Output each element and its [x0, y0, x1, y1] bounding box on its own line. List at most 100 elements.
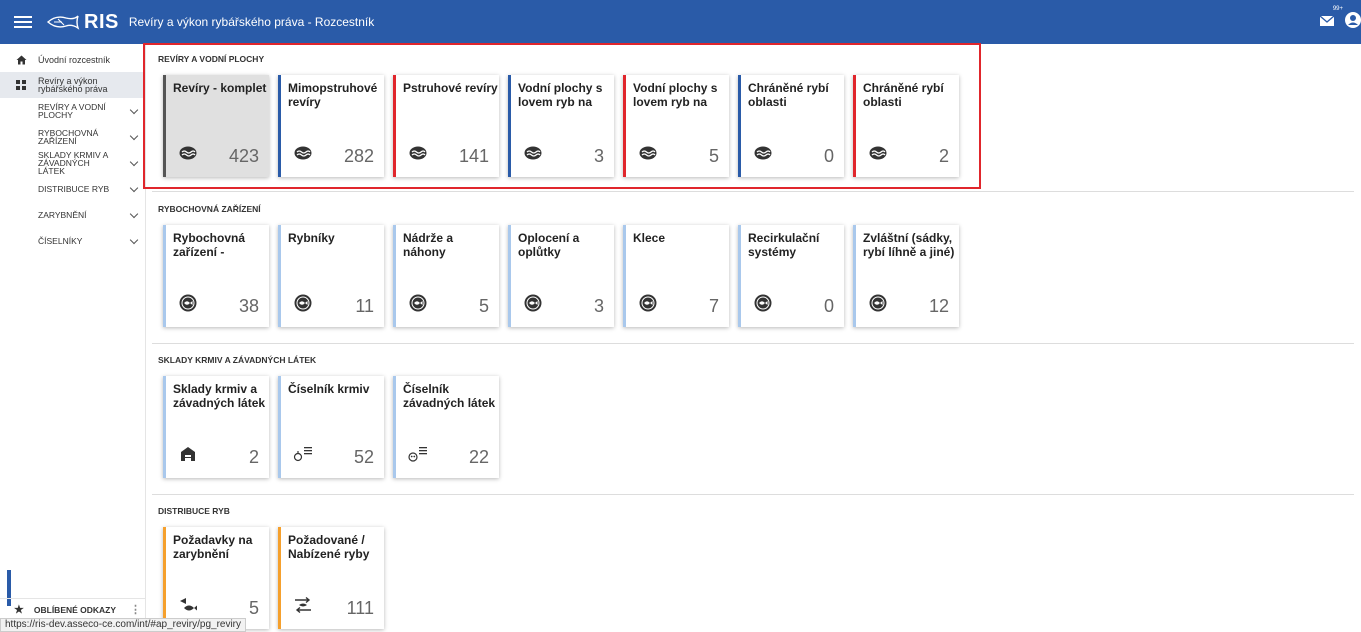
sidebar-item-label: Revíry a výkon rybářského práva — [38, 76, 108, 94]
fish-farm-icon — [753, 293, 773, 313]
sidebar-item-reviry-vodni-plochy[interactable]: REVÍRY A VODNÍ PLOCHY — [0, 98, 145, 124]
card-count: 52 — [353, 447, 374, 467]
dashboard-card[interactable]: Rybochovná zařízení - 38 — [163, 225, 269, 327]
section-title: RYBOCHOVNÁ ZAŘÍZENÍ — [158, 204, 261, 214]
chevron-down-icon — [129, 105, 139, 114]
card-title: Oplocení a oplůtky — [518, 231, 580, 259]
dashboard-card[interactable]: Sklady krmiv a závadných látek 2 — [163, 376, 269, 478]
section-title: SKLADY KRMIV A ZÁVADNÝCH LÁTEK — [158, 355, 317, 365]
sidebar-item-label: REVÍRY A VODNÍ PLOCHY — [38, 102, 106, 120]
section-title: DISTRIBUCE RYB — [158, 506, 230, 516]
fish-farm-icon — [868, 293, 888, 313]
fish-farm-icon — [408, 293, 428, 313]
card-count: 111 — [346, 598, 374, 618]
sidebar-item-label: DISTRIBUCE RYB — [38, 184, 110, 194]
dashboard-card[interactable]: Číselník závadných látek 22 — [393, 376, 499, 478]
fish-exchange-icon — [293, 595, 313, 615]
sidebar-item-label: ZARYBNĚNÍ — [38, 210, 87, 220]
card-count: 5 — [478, 296, 489, 316]
grid-icon — [14, 80, 28, 90]
sidebar-item-reviry[interactable]: Revíry a výkon rybářského práva — [0, 72, 145, 98]
feed-list-icon — [293, 444, 313, 464]
top-bar: RIS Revíry a výkon rybářského práva - Ro… — [0, 0, 1361, 44]
card-title: Rybníky — [288, 231, 335, 245]
menu-icon[interactable] — [14, 16, 32, 28]
mail-icon[interactable]: 99+ — [1319, 6, 1343, 27]
card-title: Rybochovná zařízení - — [173, 231, 246, 259]
card-title: Požadované / Nabízené ryby — [288, 533, 370, 561]
dashboard-card[interactable]: Nádrže a náhony 5 — [393, 225, 499, 327]
sidebar-item-label: SKLADY KRMIV A ZÁVADNÝCH LÁTEK — [38, 150, 108, 176]
section-sklady: SKLADY KRMIV A ZÁVADNÝCH LÁTEK Sklady kr… — [152, 353, 1354, 478]
card-list: Sklady krmiv a závadných látek 2 Číselník … — [152, 376, 1354, 478]
card-title: Nádrže a náhony — [403, 231, 454, 259]
divider — [152, 343, 1354, 344]
sidebar-item-sklady[interactable]: SKLADY KRMIV A ZÁVADNÝCH LÁTEK — [0, 150, 145, 176]
favorites-bar[interactable]: ★ OBLÍBENÉ ODKAZY ⋮ — [0, 598, 146, 620]
chevron-down-icon — [129, 235, 139, 244]
chevron-down-icon — [129, 131, 139, 140]
sidebar-item-home[interactable]: Úvodní rozcestník — [0, 48, 145, 72]
card-count: 38 — [238, 296, 259, 316]
card-title: Zvláštní (sádky, rybí líhně a jiné) — [863, 231, 955, 259]
section-distribuce: DISTRIBUCE RYB Požadavky na zarybnění 5 Po… — [152, 504, 1354, 629]
divider — [152, 191, 1354, 192]
fish-logo-icon — [46, 15, 80, 30]
favorites-label: OBLÍBENÉ ODKAZY — [33, 604, 117, 615]
card-count: 2 — [248, 447, 259, 467]
sidebar-item-label: Úvodní rozcestník — [38, 55, 111, 65]
dashboard-card[interactable]: Číselník krmiv 52 — [278, 376, 384, 478]
card-count: 5 — [248, 598, 259, 618]
status-url: https://ris-dev.asseco-ce.com/int/#ap_re… — [0, 618, 247, 632]
app-logo[interactable]: RIS — [46, 11, 119, 34]
fish-request-icon — [178, 595, 198, 615]
dashboard-card[interactable]: Zvláštní (sádky, rybí líhně a jiné) 12 — [853, 225, 959, 327]
fish-farm-icon — [638, 293, 658, 313]
section-rybochovna: RYBOCHOVNÁ ZAŘÍZENÍ Rybochovná zařízení … — [152, 202, 1354, 327]
card-title: Číselník krmiv — [288, 382, 370, 396]
chevron-down-icon — [129, 157, 139, 166]
mail-badge: 99+ — [1332, 6, 1343, 12]
dashboard-card[interactable]: Rybníky 11 — [278, 225, 384, 327]
card-count: 11 — [355, 296, 374, 316]
card-count: 12 — [928, 296, 949, 316]
sidebar-item-rybochovna-zarizeni[interactable]: RYBOCHOVNÁ ZAŘÍZENÍ — [0, 124, 145, 150]
dashboard-card[interactable]: Požadované / Nabízené ryby 111 — [278, 527, 384, 629]
logo-text: RIS — [84, 10, 119, 33]
dashboard-card[interactable]: Oplocení a oplůtky 3 — [508, 225, 614, 327]
divider — [152, 494, 1354, 495]
dashboard-card[interactable]: Recirkulační systémy 0 — [738, 225, 844, 327]
warehouse-icon — [178, 444, 198, 464]
fish-farm-icon — [293, 293, 313, 313]
star-icon: ★ — [14, 604, 24, 616]
fish-farm-icon — [523, 293, 543, 313]
sidebar-item-ciselniky[interactable]: ČÍSELNÍKY — [0, 228, 145, 254]
user-icon[interactable] — [1345, 12, 1361, 28]
card-title: Recirkulační systémy — [748, 231, 820, 259]
more-icon[interactable]: ⋮ — [130, 603, 141, 616]
card-list: Požadavky na zarybnění 5 Požadované / Nabí… — [152, 527, 1354, 629]
sidebar-item-label: ČÍSELNÍKY — [38, 236, 83, 246]
sidebar-item-label: RYBOCHOVNÁ ZAŘÍZENÍ — [38, 128, 99, 146]
chevron-down-icon — [129, 209, 139, 218]
home-icon — [14, 55, 28, 65]
hazard-list-icon — [408, 444, 428, 464]
card-list: Rybochovná zařízení - 38 Rybníky 11 Nádrže a… — [152, 225, 1354, 327]
card-count: 22 — [468, 447, 489, 467]
card-title: Číselník závadných látek — [403, 382, 496, 410]
sidebar-item-distribuce-ryb[interactable]: DISTRIBUCE RYB — [0, 176, 145, 202]
chevron-down-icon — [129, 183, 139, 192]
card-title: Klece — [633, 231, 666, 245]
card-count: 7 — [708, 296, 719, 316]
fish-farm-icon — [178, 293, 198, 313]
sidebar-item-zarybneni[interactable]: ZARYBNĚNÍ — [0, 202, 145, 228]
highlight-box — [143, 43, 981, 189]
card-count: 0 — [823, 296, 834, 316]
page-title: Revíry a výkon rybářského práva - Rozces… — [128, 15, 375, 29]
dashboard-card[interactable]: Požadavky na zarybnění 5 — [163, 527, 269, 629]
card-count: 3 — [593, 296, 604, 316]
dashboard-card[interactable]: Klece 7 — [623, 225, 729, 327]
sidebar: Úvodní rozcestník Revíry a výkon rybářsk… — [0, 44, 146, 632]
card-title: Požadavky na zarybnění — [173, 533, 253, 561]
card-title: Sklady krmiv a závadných látek — [173, 382, 266, 410]
